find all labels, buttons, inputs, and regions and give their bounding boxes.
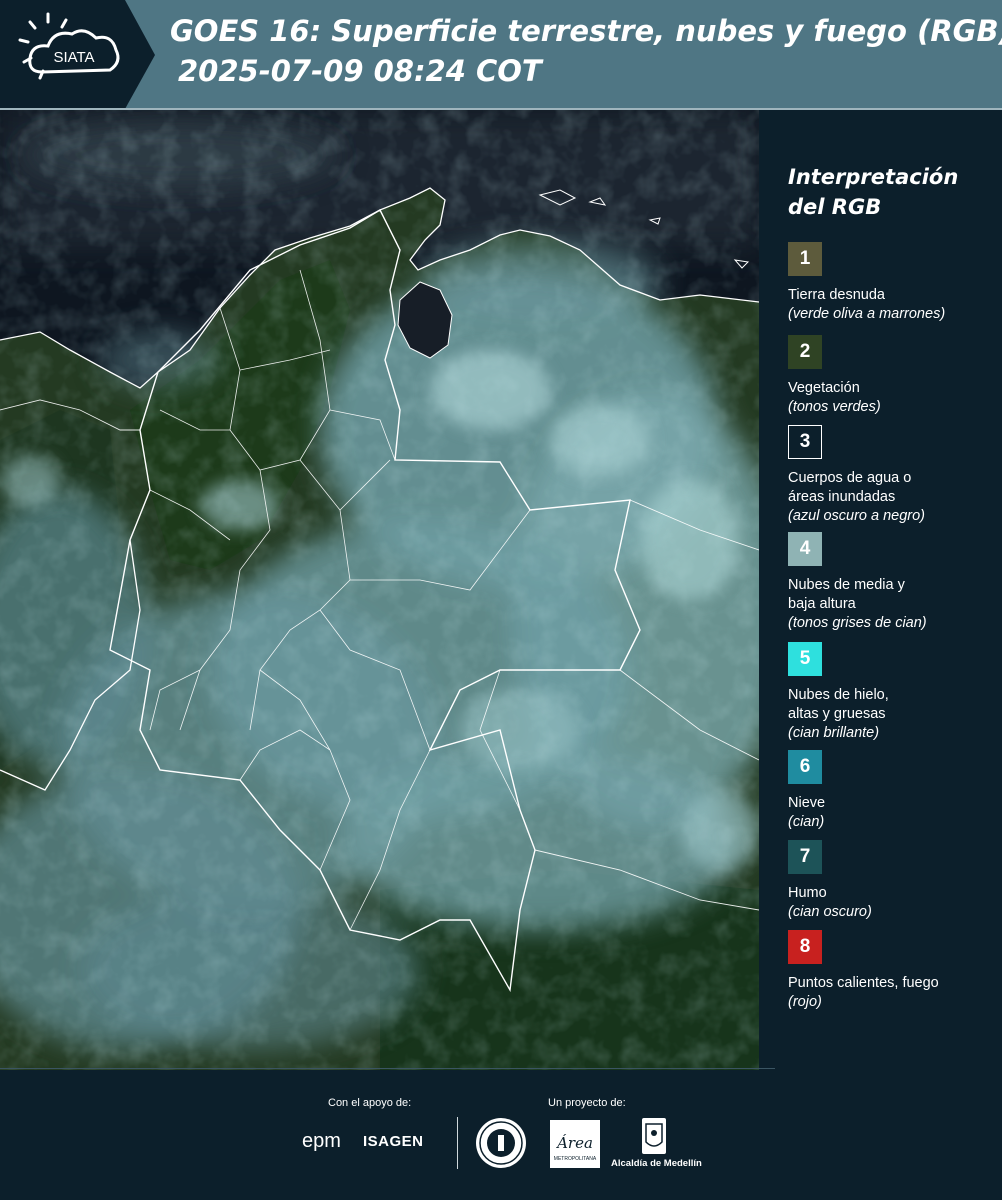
legend-description: (rojo) [788,994,822,1010]
legend-item-1: 1 Tierra desnuda (verde oliva a marrones) [788,242,998,324]
footer-divider [0,1068,775,1069]
legend-title: Interpretación del RGB [788,162,993,222]
area-metropolitana-logo: Área METROPOLITANA [550,1120,600,1168]
footer-separator [457,1117,458,1169]
area-logo-sub: METROPOLITANA [553,1156,597,1162]
legend-label: Vegetación [788,380,860,396]
university-seal-icon [476,1118,526,1168]
legend-label: Puntos calientes, fuego [788,975,939,991]
legend-description: (cian oscuro) [788,904,872,920]
legend-swatch: 3 [788,425,822,459]
legend-title-line1: Interpretación [788,165,959,189]
alcaldia-emblem-icon [642,1118,666,1154]
legend-swatch: 7 [788,840,822,874]
legend-label: Cuerpos de agua o áreas inundadas [788,470,912,505]
legend-label: Nubes de hielo, altas y gruesas [788,687,889,722]
legend-label: Nubes de media y baja altura [788,577,905,612]
legend-label: Tierra desnuda [788,287,885,303]
legend-swatch: 4 [788,532,822,566]
legend-item-5: 5 Nubes de hielo, altas y gruesas (cian br… [788,642,998,743]
legend-item-4: 4 Nubes de media y baja altura (tonos gris… [788,532,998,633]
siata-logo: SIATA [0,0,160,109]
legend-description: (cian brillante) [788,725,880,741]
legend-item-8: 8 Puntos calientes, fuego (rojo) [788,930,998,1012]
legend-label: Humo [788,885,827,901]
legend-item-3: 3 Cuerpos de agua o áreas inundadas (azul … [788,425,998,526]
satellite-map [0,110,759,1070]
epm-logo: epm [302,1130,341,1152]
legend-swatch: 6 [788,750,822,784]
logo-text: SIATA [53,49,94,66]
legend-description: (tonos verdes) [788,399,881,415]
legend-description: (tonos grises de cian) [788,615,927,631]
isagen-logo: ISAGEN [363,1133,424,1150]
legend-description: (cian) [788,814,825,830]
area-logo-text: Área [557,1134,593,1152]
legend-item-6: 6 Nieve (cian) [788,750,998,832]
legend-swatch: 1 [788,242,822,276]
support-label: Con el apoyo de: [328,1097,412,1109]
legend-item-2: 2 Vegetación (tonos verdes) [788,335,998,417]
legend-panel: Interpretación del RGB [788,162,993,222]
legend-description: (verde oliva a marrones) [788,306,946,322]
legend-title-line2: del RGB [788,195,882,219]
project-label: Un proyecto de: [548,1097,626,1109]
legend-swatch: 8 [788,930,822,964]
legend-item-7: 7 Humo (cian oscuro) [788,840,998,922]
legend-label: Nieve [788,795,826,811]
legend-swatch: 5 [788,642,822,676]
timestamp: 2025-07-09 08:24 COT [178,54,542,88]
header-bar: SIATA GOES 16: Superficie terrestre, nub… [0,0,1002,109]
legend-swatch: 2 [788,335,822,369]
legend-description: (azul oscuro a negro) [788,508,926,524]
alcaldia-label: Alcaldía de Medellín [611,1158,702,1169]
page-title: GOES 16: Superficie terrestre, nubes y f… [170,14,1002,48]
